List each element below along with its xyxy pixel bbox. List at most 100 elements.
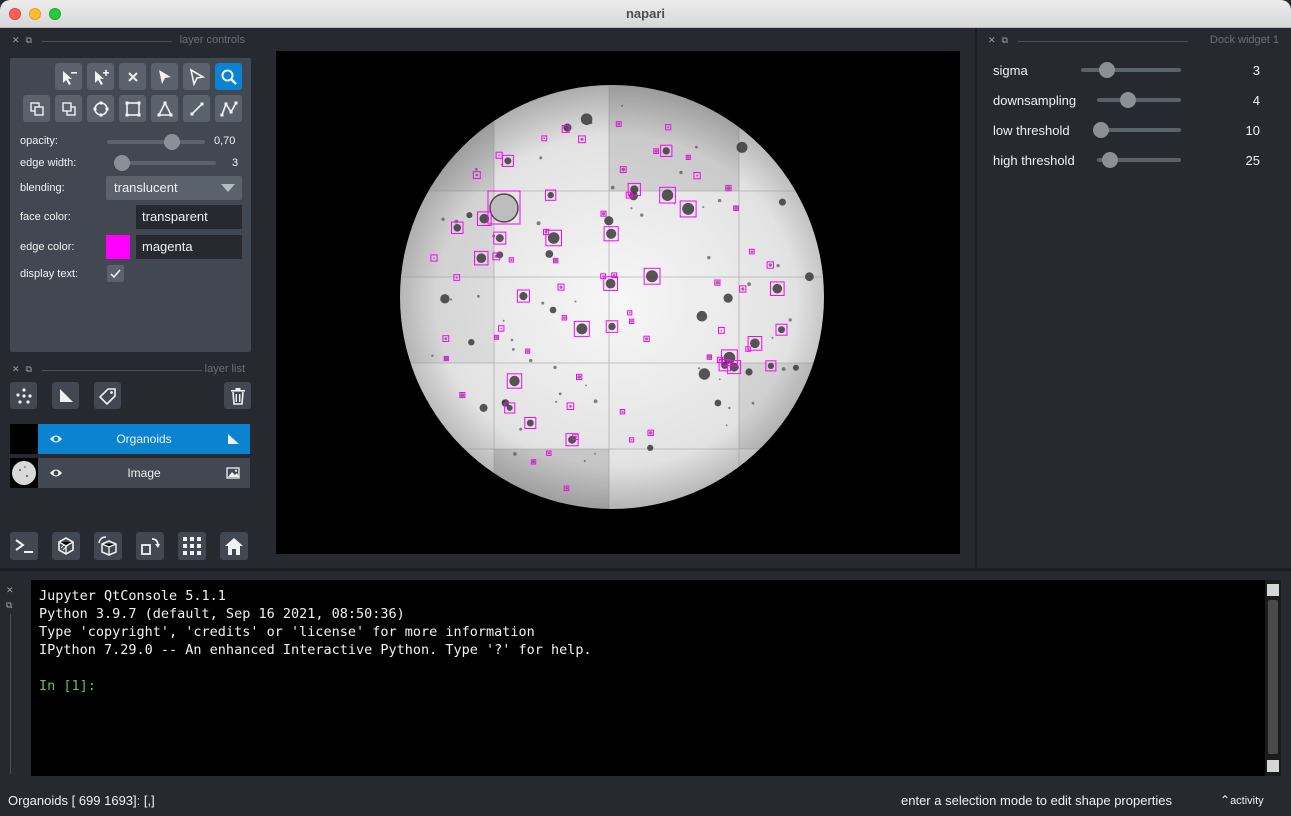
high-threshold-row: high threshold 25 [993,150,1263,170]
organoid-blob [750,250,754,254]
organoid-blob [617,122,621,126]
high-threshold-slider[interactable] [1097,152,1181,168]
face-color-field[interactable]: transparent [136,205,242,229]
low-threshold-slider-handle[interactable] [1093,122,1109,138]
image-canvas[interactable] [276,51,960,554]
layer-controls-panel: opacity: 0,70 edge width: 3 blending: tr… [10,58,251,352]
organoid-blob [479,403,488,412]
organoid-blob [547,191,554,199]
label-tag-icon [98,387,116,405]
organoid-blob [460,393,465,398]
dock-splitter-vertical[interactable] [975,28,977,568]
layer-thumbnail [10,458,38,488]
scroll-up-arrow-icon[interactable] [1267,584,1279,596]
organoid-blob [718,378,721,381]
ipython-console[interactable]: Jupyter QtConsole 5.1.1 Python 3.9.7 (de… [31,580,1281,776]
organoid-blob [495,335,498,339]
layer-row-organoids[interactable]: Organoids [10,424,250,454]
delete-layer-button[interactable] [224,382,251,409]
canvas-view[interactable] [276,51,960,554]
dock-float-icons[interactable]: ✕⧉ [12,364,38,375]
console-scroll-thumb[interactable] [1268,600,1278,754]
low-threshold-slider[interactable] [1093,122,1181,138]
sigma-label: sigma [993,63,1028,78]
cube-roll-icon [98,536,117,556]
edge-width-slider-handle[interactable] [114,155,130,171]
ndisplay-toggle-button[interactable] [52,532,80,560]
console-toggle-button[interactable] [10,532,38,560]
edge-color-field[interactable]: magenta [136,235,242,259]
line-icon [190,102,203,115]
organoid-blob [539,156,543,160]
organoid-blob [545,250,554,258]
remove-vertex-icon [62,70,77,85]
grid-view-button[interactable] [178,532,206,560]
organoid-blob [453,224,462,232]
shapes-icon [59,388,73,402]
activity-button[interactable]: ⌃activity [1220,793,1264,807]
organoid-blob [768,263,772,267]
opacity-slider[interactable] [107,134,205,150]
console-prompt[interactable]: In [1]: [39,678,1273,696]
organoid-blob [574,300,577,303]
new-shapes-layer-button[interactable] [52,382,79,409]
edge-width-label: edge width: [20,157,77,169]
delete-shape-button[interactable] [119,63,146,90]
blending-dropdown[interactable]: translucent [106,176,242,200]
opacity-slider-handle[interactable] [163,134,180,150]
move-front-icon [61,101,76,116]
scroll-down-arrow-icon[interactable] [1267,760,1279,772]
transpose-button[interactable] [136,532,164,560]
direct-select-button[interactable] [183,63,210,90]
high-threshold-slider-handle[interactable] [1102,152,1118,168]
organoid-blob [697,367,701,370]
sigma-slider[interactable] [1081,62,1181,78]
organoid-blob [558,392,562,396]
add-polygon-button[interactable] [151,95,178,122]
sigma-slider-handle[interactable] [1099,62,1115,78]
pan-zoom-button[interactable] [215,63,242,90]
add-line-button[interactable] [183,95,210,122]
layer-row-image[interactable]: Image [10,458,250,488]
organoid-blob [707,355,712,359]
display-text-checkbox[interactable] [107,265,124,282]
organoid-blob [547,452,550,455]
dock-float-icons[interactable]: ✕⧉ [988,35,1014,46]
roll-dimensions-button[interactable] [94,532,122,560]
move-back-button[interactable] [23,95,50,122]
console-scrollbar[interactable] [1265,580,1281,776]
console-line: Jupyter QtConsole 5.1.1 [39,588,226,604]
new-labels-layer-button[interactable] [94,382,121,409]
home-button[interactable] [220,532,248,560]
downsampling-slider-handle[interactable] [1120,92,1136,108]
console-dock-float-icons[interactable]: ✕ ⧉ [6,583,14,613]
add-path-button[interactable] [215,95,242,122]
select-shape-button[interactable] [151,63,178,90]
edge-color-swatch[interactable] [106,235,130,259]
organoid-blob [513,452,517,456]
organoid-blob [504,157,512,165]
organoid-blob [606,228,617,239]
organoid-blob [466,212,473,219]
high-threshold-value: 25 [1245,153,1260,168]
organoid-blob [563,123,572,132]
dock-float-icons[interactable]: ✕⧉ [12,35,38,46]
organoid-blob [747,282,751,287]
remove-vertex-button[interactable] [55,63,82,90]
move-front-button[interactable] [55,95,82,122]
organoid-blob [510,258,513,262]
layer-controls-title: layer controls [179,34,245,46]
organoid-blob [541,301,545,305]
organoid-blob [776,264,780,268]
dock-splitter-horizontal[interactable] [0,568,1291,571]
organoid-blob [621,167,626,172]
organoid-blob [519,292,528,301]
downsampling-slider[interactable] [1097,92,1181,108]
add-ellipse-button[interactable] [87,95,114,122]
new-points-layer-button[interactable] [10,382,37,409]
display-text-label: display text: [20,268,79,280]
edge-width-slider[interactable] [114,155,216,171]
opacity-label: opacity: [20,135,58,147]
add-vertex-button[interactable] [87,63,114,90]
add-rectangle-button[interactable] [119,95,146,122]
